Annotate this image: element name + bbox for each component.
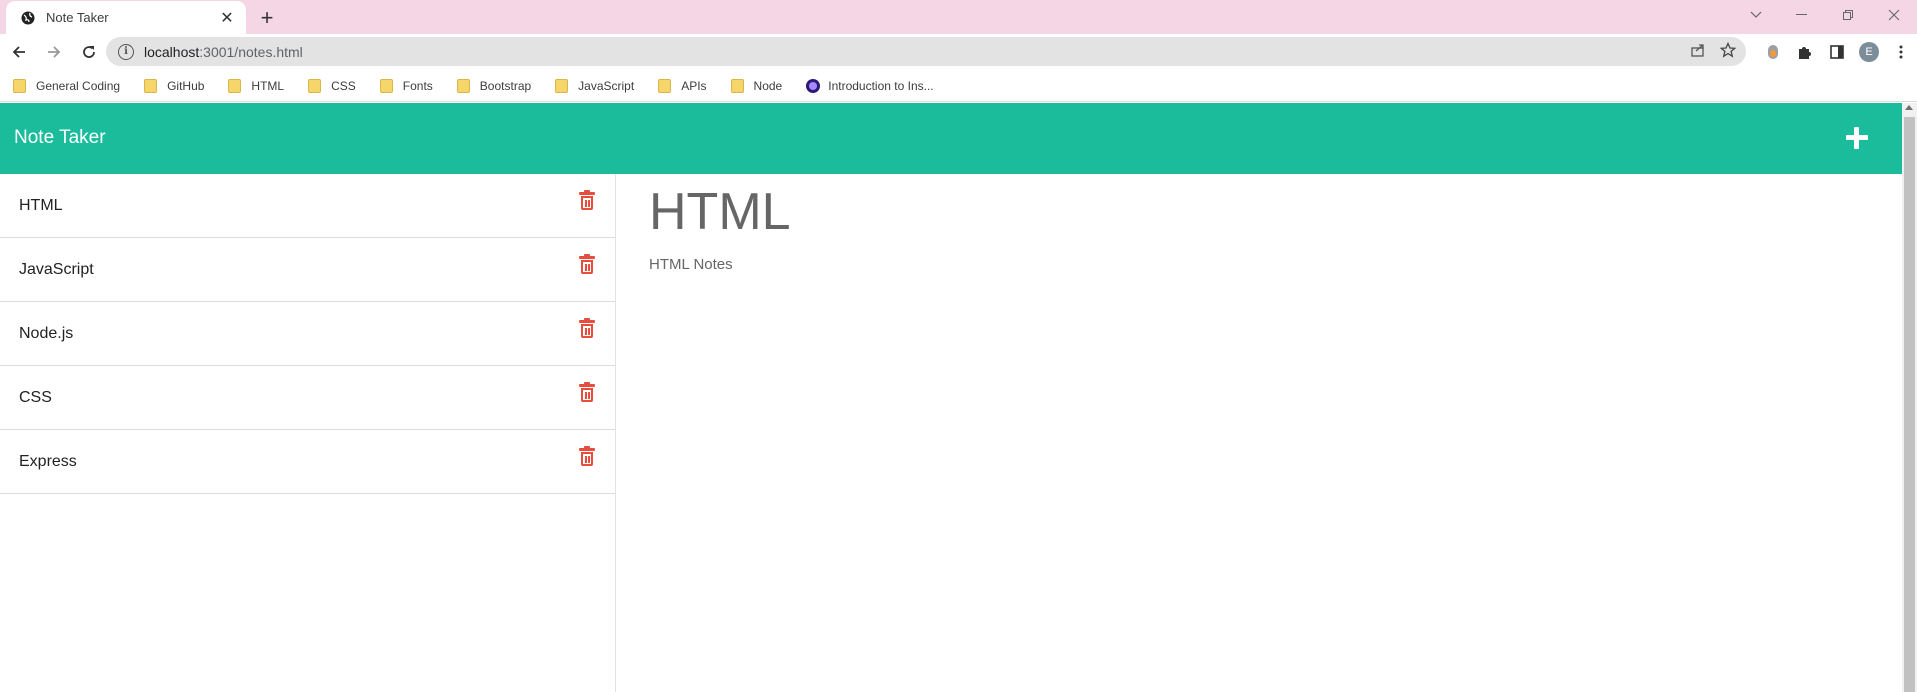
scroll-up-arrow-icon[interactable]	[1905, 105, 1913, 110]
bookmark-item[interactable]: General Coding	[8, 78, 121, 93]
scrollbar-thumb[interactable]	[1904, 117, 1915, 692]
delete-trash-icon[interactable]	[579, 254, 595, 274]
app-title[interactable]: Note Taker	[14, 127, 106, 149]
bookmark-item[interactable]: Introduction to Ins...	[801, 78, 934, 93]
note-list-item[interactable]: CSS	[0, 366, 615, 430]
bookmark-item[interactable]: Node	[726, 78, 783, 93]
note-list-item[interactable]: Express	[0, 430, 615, 494]
browser-toolbar: i localhost:3001/notes.html E	[0, 34, 1917, 70]
vertical-scrollbar[interactable]	[1902, 103, 1917, 692]
folder-icon	[555, 78, 569, 93]
address-bar[interactable]: i localhost:3001/notes.html	[106, 37, 1746, 66]
new-note-plus-icon[interactable]	[1842, 123, 1872, 153]
url-path: :3001/notes.html	[199, 43, 303, 60]
note-text-area[interactable]: HTML Notes	[649, 256, 733, 273]
site-icon	[806, 78, 821, 93]
new-tab-button[interactable]: +	[255, 5, 279, 30]
folder-icon	[658, 78, 672, 93]
note-list-item[interactable]: JavaScript	[0, 238, 615, 302]
delete-trash-icon[interactable]	[579, 446, 595, 466]
tab-search-icon[interactable]	[1733, 0, 1779, 30]
tab-title: Note Taker	[46, 10, 109, 25]
note-title: HTML	[19, 196, 63, 214]
delete-trash-icon[interactable]	[579, 190, 595, 210]
bookmarks-bar: General Coding GitHub HTML CSS Fonts Boo…	[0, 70, 1917, 102]
bookmark-item[interactable]: CSS	[303, 78, 356, 93]
app-navbar: Note Taker	[0, 103, 1902, 174]
note-title-field[interactable]: HTML	[649, 182, 791, 242]
share-icon[interactable]	[1690, 42, 1706, 63]
bookmark-item[interactable]: GitHub	[139, 78, 205, 93]
tab-strip: Note Taker ✕ +	[0, 0, 1917, 34]
bookmark-item[interactable]: Bootstrap	[452, 78, 532, 93]
note-title: Node.js	[19, 324, 74, 342]
profile-avatar[interactable]: E	[1853, 38, 1885, 66]
note-editor: HTML HTML Notes	[617, 174, 1902, 692]
bookmark-label: JavaScript	[578, 78, 635, 93]
restore-button[interactable]	[1825, 0, 1871, 30]
delete-trash-icon[interactable]	[579, 318, 595, 338]
minimize-button[interactable]	[1779, 0, 1825, 30]
bookmark-item[interactable]: JavaScript	[550, 78, 635, 93]
bookmark-label: Introduction to Ins...	[828, 78, 934, 93]
folder-icon	[730, 78, 744, 93]
note-list-item[interactable]: HTML	[0, 174, 615, 238]
back-button[interactable]	[3, 36, 35, 68]
bookmark-label: CSS	[331, 78, 356, 93]
bookmark-label: HTML	[251, 78, 285, 93]
page-viewport: Note Taker HTML JavaScript Node.js CSS E…	[0, 103, 1902, 692]
folder-icon	[308, 78, 322, 93]
note-title: Express	[19, 452, 77, 470]
bookmark-label: APIs	[681, 78, 707, 93]
side-panel-icon[interactable]	[1821, 38, 1853, 66]
note-list-item[interactable]: Node.js	[0, 302, 615, 366]
folder-icon	[13, 78, 26, 93]
bookmark-item[interactable]: APIs	[653, 78, 707, 93]
browser-tab[interactable]: Note Taker ✕	[6, 1, 246, 34]
folder-icon	[228, 78, 242, 93]
note-list: HTML JavaScript Node.js CSS Express	[0, 174, 616, 692]
folder-icon	[144, 78, 158, 93]
bookmark-label: GitHub	[167, 78, 205, 93]
extension-icon[interactable]	[1757, 38, 1789, 66]
bookmark-label: Fonts	[402, 78, 433, 93]
kebab-menu-icon[interactable]	[1885, 38, 1917, 66]
avatar: E	[1859, 42, 1879, 62]
close-window-button[interactable]	[1871, 0, 1917, 30]
forward-button[interactable]	[38, 36, 70, 68]
globe-icon	[20, 10, 36, 26]
folder-icon	[456, 78, 470, 93]
note-title: CSS	[19, 388, 52, 406]
bookmark-label: Bootstrap	[479, 78, 532, 93]
delete-trash-icon[interactable]	[579, 382, 595, 402]
note-title: JavaScript	[19, 260, 94, 278]
puzzle-icon[interactable]	[1789, 38, 1821, 66]
url-host: localhost	[144, 43, 200, 60]
bookmark-label: Node	[753, 78, 783, 93]
bookmark-item[interactable]: HTML	[223, 78, 285, 93]
reload-button[interactable]	[73, 36, 105, 68]
bookmark-star-icon[interactable]	[1719, 41, 1737, 63]
site-info-icon[interactable]: i	[118, 43, 134, 60]
bookmark-item[interactable]: Fonts	[375, 78, 433, 93]
bookmark-label: General Coding	[36, 78, 121, 93]
close-tab-icon[interactable]: ✕	[218, 9, 236, 27]
folder-icon	[379, 78, 393, 93]
